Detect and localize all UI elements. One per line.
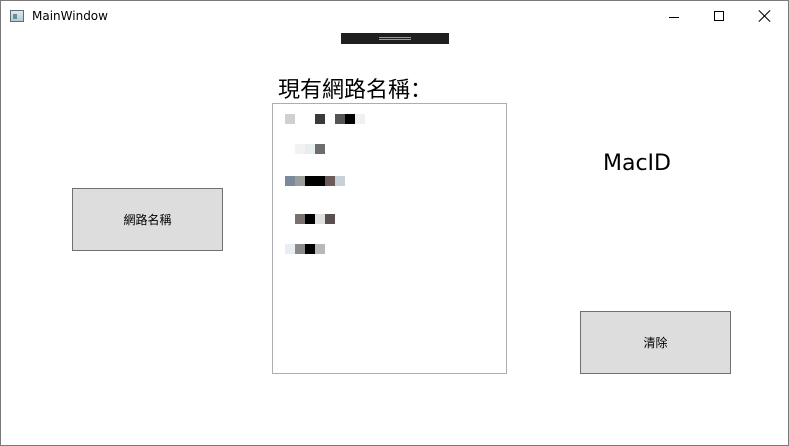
main-window: MainWindow 現有網路名稱： MacID 網路名稱 清除	[0, 0, 789, 446]
window-title: MainWindow	[32, 9, 108, 23]
network-name-list[interactable]	[272, 103, 507, 374]
close-button[interactable]	[742, 1, 788, 32]
maximize-icon	[714, 11, 724, 21]
network-list-heading: 現有網路名稱：	[278, 78, 433, 103]
maximize-button[interactable]	[696, 1, 742, 32]
close-icon	[758, 9, 772, 23]
title-bar[interactable]: MainWindow	[1, 1, 788, 32]
minimize-button[interactable]	[651, 1, 697, 32]
list-item[interactable]	[285, 244, 365, 256]
app-window-icon	[10, 10, 24, 22]
list-item[interactable]	[285, 214, 365, 226]
clear-button-label: 清除	[643, 336, 668, 350]
macid-label: MacID	[603, 151, 671, 176]
network-name-button-label: 網路名稱	[123, 213, 172, 227]
minimize-icon	[669, 17, 679, 18]
list-item[interactable]	[285, 114, 365, 126]
network-name-button[interactable]: 網路名稱	[72, 188, 223, 251]
list-item[interactable]	[285, 144, 365, 156]
debug-toolbar[interactable]	[341, 33, 449, 44]
list-item[interactable]	[285, 176, 365, 188]
clear-button[interactable]: 清除	[580, 311, 731, 374]
